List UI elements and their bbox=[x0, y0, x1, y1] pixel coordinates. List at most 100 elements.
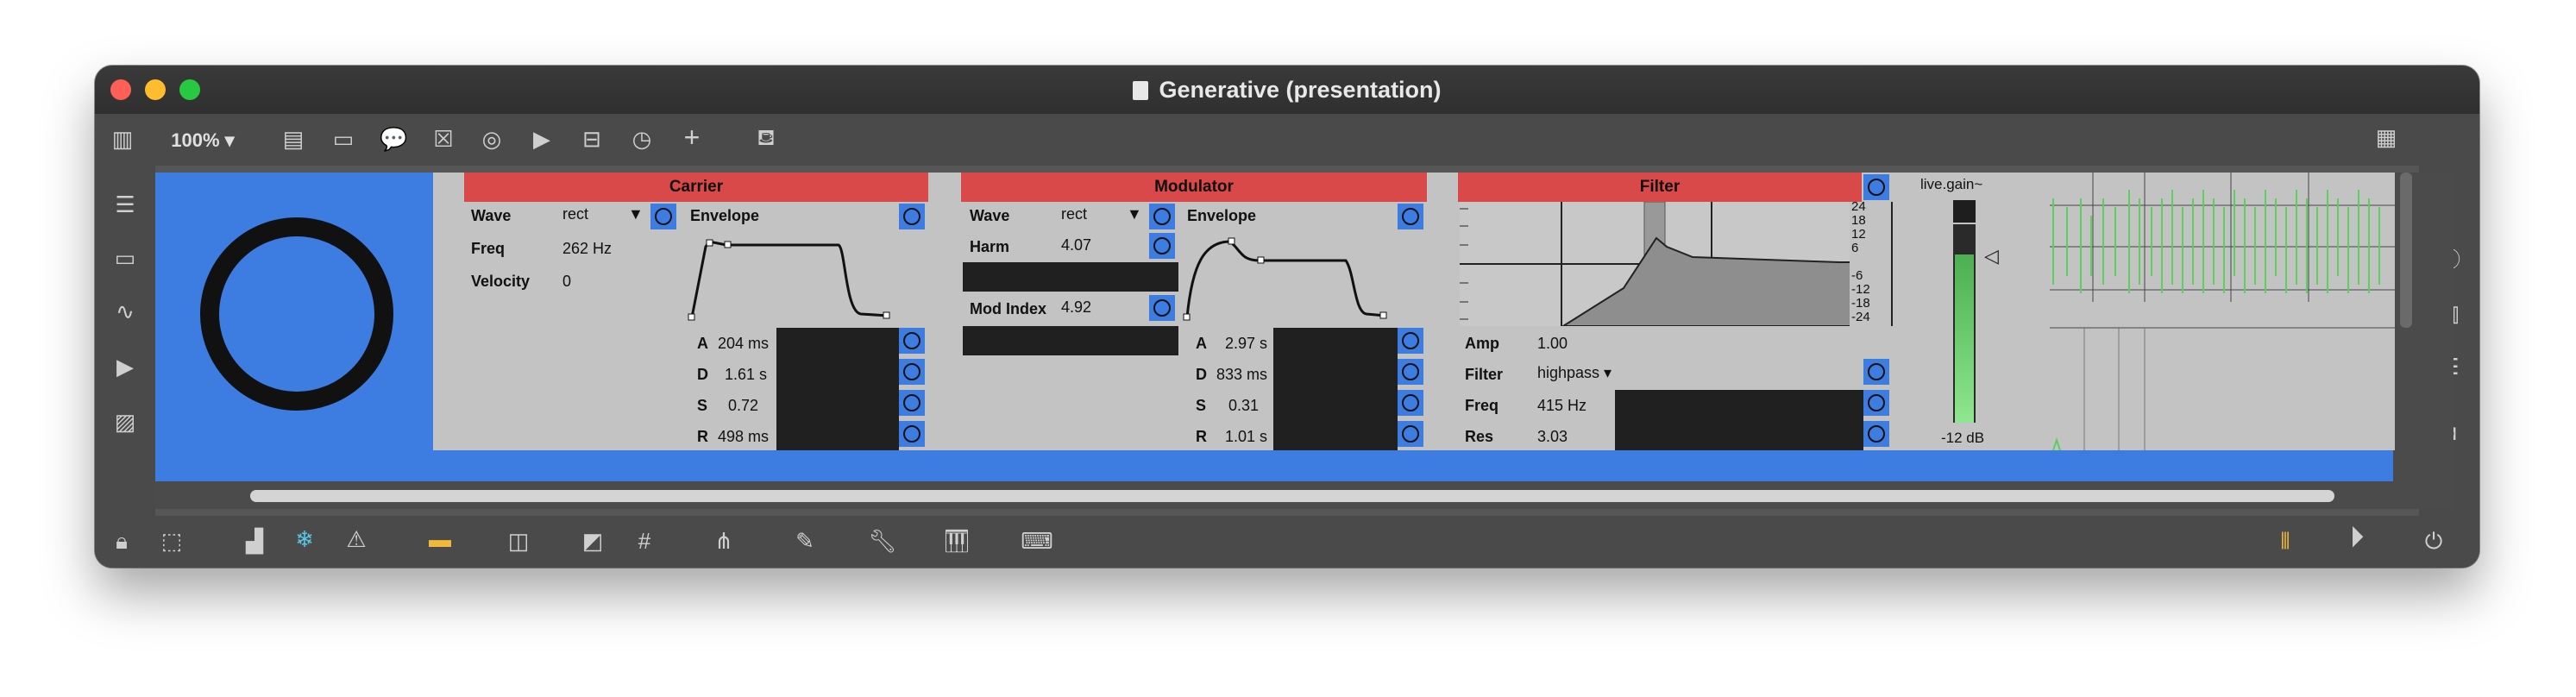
modulator-s-button[interactable] bbox=[1398, 390, 1423, 416]
windows-icon[interactable]: ◫ bbox=[504, 528, 533, 554]
carrier-d-button[interactable] bbox=[899, 359, 925, 385]
filter-type-menu[interactable]: highpass ▾ bbox=[1537, 364, 1612, 382]
modulator-wave-menu[interactable]: rect ▼ bbox=[1061, 205, 1147, 223]
presentation-mode-icon[interactable]: ⬚ bbox=[157, 528, 186, 554]
patcher-canvas: Carrier Wave rect ▼ Freq 262 Hz Velocity … bbox=[155, 173, 2453, 509]
modulator-envelope-button[interactable] bbox=[1398, 204, 1423, 229]
carrier-d-label: D bbox=[697, 366, 708, 383]
filter-header-button[interactable] bbox=[1863, 174, 1889, 200]
carrier-s-value[interactable]: 0.72 bbox=[728, 397, 758, 415]
filter-type-label: Filter bbox=[1465, 366, 1504, 383]
filter-freq-value[interactable]: 415 Hz bbox=[1537, 397, 1586, 415]
piano-icon[interactable]: 🎹︎ bbox=[942, 528, 971, 554]
carrier-wave-label: Wave bbox=[471, 207, 512, 224]
carrier-freq-value[interactable]: 262 Hz bbox=[562, 240, 612, 258]
carrier-a-value[interactable]: 204 ms bbox=[718, 335, 769, 353]
grid-snap-icon[interactable]: # bbox=[630, 528, 659, 554]
carrier-d-value[interactable]: 1.61 s bbox=[725, 366, 767, 384]
filter-res-value[interactable]: 3.03 bbox=[1537, 428, 1568, 446]
keyboard-icon[interactable]: ⌨ bbox=[1020, 528, 1054, 554]
debug-icon[interactable]: ✎ bbox=[790, 528, 820, 554]
modulator-wave-label: Wave bbox=[970, 207, 1010, 224]
object-icon[interactable]: ▤ bbox=[280, 126, 307, 152]
mixer-columns-icon[interactable]: ⦀ bbox=[2271, 528, 2300, 554]
modulator-d-button[interactable] bbox=[1398, 359, 1423, 385]
db-tick: -6 bbox=[1851, 268, 1863, 283]
modulator-envelope-graph[interactable] bbox=[1182, 229, 1389, 323]
menu-icon[interactable]: ☰ bbox=[110, 192, 140, 217]
layers-icon[interactable]: ▟ bbox=[240, 528, 269, 554]
modulator-modindex-value[interactable]: 4.92 bbox=[1061, 298, 1091, 317]
image-icon[interactable]: ▨ bbox=[110, 409, 140, 435]
gain-meter[interactable] bbox=[1953, 224, 1976, 423]
vertical-scrollbar[interactable] bbox=[2400, 173, 2412, 328]
zoom-select[interactable]: 100% ▾ bbox=[164, 128, 242, 154]
number-object-icon[interactable]: ⊟ bbox=[578, 126, 606, 152]
play-icon[interactable]: ⏵ bbox=[2338, 523, 2376, 552]
db-tick: 6 bbox=[1851, 241, 1859, 255]
filter-res-button[interactable] bbox=[1863, 421, 1889, 447]
modulator-harm-value[interactable]: 4.07 bbox=[1061, 236, 1091, 254]
horizontal-scrollbar[interactable] bbox=[250, 490, 2334, 502]
hierarchy-icon[interactable]: ⋔ bbox=[709, 528, 738, 554]
modulator-display-3 bbox=[1273, 328, 1398, 450]
window-icon[interactable]: ▭ bbox=[110, 245, 140, 271]
modulator-modindex-button[interactable] bbox=[1149, 295, 1175, 321]
modulator-r-button[interactable] bbox=[1398, 421, 1423, 447]
filter-type-button[interactable] bbox=[1863, 359, 1889, 385]
carrier-wave-dropdown-icon: ▼ bbox=[628, 205, 644, 223]
filter-freq-label: Freq bbox=[1465, 397, 1499, 414]
lock-icon[interactable]: 🔒︎ bbox=[107, 528, 136, 554]
bottom-toolbar: 🔒︎ ⬚ ▟ ❄ ⚠ ▬ ◫ ◩ # ⋔ ✎ 🔧︎ 🎹︎ ⌨ ⦀ ⏵ ⏻ bbox=[95, 516, 2479, 568]
carrier-r-value[interactable]: 498 ms bbox=[718, 428, 769, 446]
button-object-icon[interactable]: ☒ bbox=[430, 126, 457, 152]
carrier-s-button[interactable] bbox=[899, 390, 925, 416]
waveform-icon[interactable]: ∿ bbox=[110, 298, 140, 324]
freeze-icon[interactable]: ❄ bbox=[290, 526, 319, 552]
filter-response-graph[interactable] bbox=[1460, 202, 1893, 326]
carrier-freq-label: Freq bbox=[471, 240, 506, 257]
gain-meter-fill bbox=[1955, 254, 1974, 423]
modulator-toggle-1[interactable] bbox=[1149, 204, 1175, 229]
modulator-s-label: S bbox=[1196, 397, 1207, 414]
modulator-toggle-2[interactable] bbox=[1149, 233, 1175, 259]
sidebar-toggle-icon[interactable]: ▥ bbox=[109, 126, 136, 152]
carrier-r-button[interactable] bbox=[899, 421, 925, 447]
modulator-display-1 bbox=[963, 262, 1178, 292]
carrier-s-label: S bbox=[697, 397, 708, 414]
bang-circle[interactable] bbox=[200, 217, 393, 411]
dial-object-icon[interactable]: ◷ bbox=[628, 126, 656, 152]
carrier-a-button[interactable] bbox=[899, 328, 925, 354]
toggle-object-icon[interactable]: ◎ bbox=[478, 126, 506, 152]
carrier-envelope-graph[interactable] bbox=[685, 229, 892, 323]
paint-bucket-icon[interactable]: ⛾ bbox=[752, 124, 780, 150]
message-icon[interactable]: ▭ bbox=[330, 126, 357, 152]
modulator-display-2 bbox=[963, 326, 1178, 355]
gain-slider-handle-icon[interactable]: ◁ bbox=[1984, 245, 1999, 267]
filter-header: Filter bbox=[1458, 173, 1862, 202]
hide-icon[interactable]: ◩ bbox=[578, 528, 607, 554]
modulator-d-value[interactable]: 833 ms bbox=[1216, 366, 1267, 384]
carrier-velocity-value[interactable]: 0 bbox=[562, 273, 571, 291]
carrier-wave-menu[interactable]: rect ▼ bbox=[562, 205, 649, 223]
db-tick: 12 bbox=[1851, 227, 1866, 242]
presentation-icon[interactable]: ▬ bbox=[423, 526, 457, 552]
media-icon[interactable]: ▶ bbox=[110, 354, 140, 380]
warning-icon[interactable]: ⚠ bbox=[342, 526, 371, 552]
modulator-a-value[interactable]: 2.97 s bbox=[1225, 335, 1267, 353]
wrench-icon[interactable]: 🔧︎ bbox=[868, 528, 897, 554]
carrier-toggle[interactable] bbox=[650, 204, 676, 229]
filter-res-label: Res bbox=[1465, 428, 1494, 445]
modulator-r-value[interactable]: 1.01 s bbox=[1225, 428, 1267, 446]
filter-amp-value[interactable]: 1.00 bbox=[1537, 335, 1568, 353]
grid-icon[interactable]: ▦ bbox=[2369, 124, 2403, 150]
window-title: Generative (presentation) bbox=[95, 66, 2479, 114]
filter-freq-button[interactable] bbox=[1863, 390, 1889, 416]
plus-icon[interactable]: + bbox=[678, 123, 706, 151]
carrier-envelope-button[interactable] bbox=[899, 204, 925, 229]
modulator-s-value[interactable]: 0.31 bbox=[1228, 397, 1259, 415]
modulator-a-button[interactable] bbox=[1398, 328, 1423, 354]
slider-object-icon[interactable]: ▶ bbox=[528, 126, 556, 152]
comment-icon[interactable]: 💬 bbox=[380, 126, 407, 152]
power-icon[interactable]: ⏻ bbox=[2419, 528, 2448, 554]
